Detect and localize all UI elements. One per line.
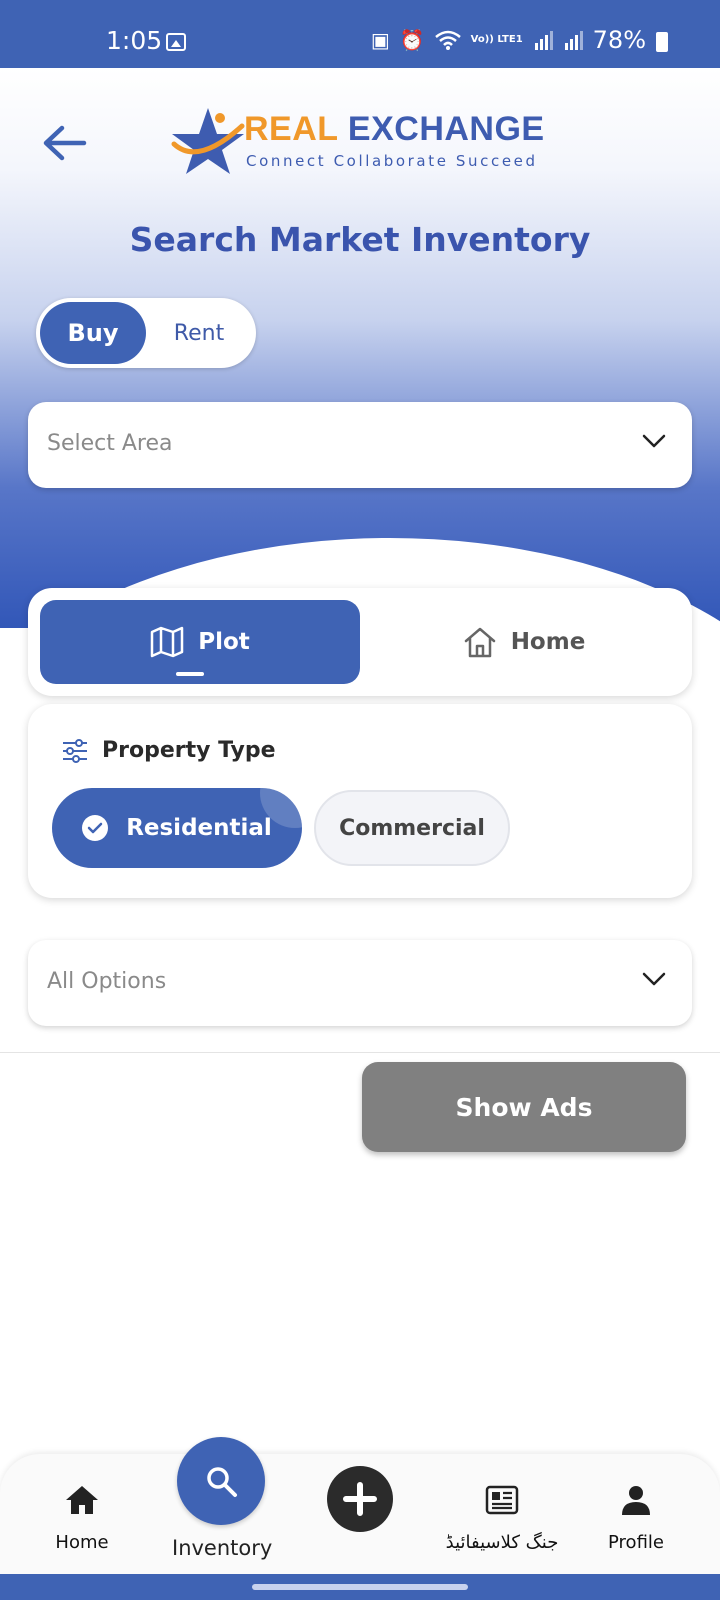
show-ads-button[interactable]: Show Ads [362,1062,686,1152]
back-arrow-icon[interactable] [40,122,88,164]
nav-profile-label: Profile [608,1532,664,1553]
nav-inventory[interactable] [177,1437,265,1525]
status-indicators: ▣ ⏰ Vo)) LTE1 78% [371,26,670,54]
chevron-down-icon [642,972,666,986]
alarm-icon: ⏰ [399,28,425,52]
newspaper-icon [485,1485,519,1515]
real-exchange-logo: REAL EXCHANGE Connect Collaborate Succee… [168,104,558,176]
chevron-down-icon [642,434,666,448]
tab-home[interactable]: Home [368,600,680,684]
signal-icon-2 [564,31,583,50]
star-logo-icon [171,108,245,174]
select-area-placeholder: Select Area [47,431,173,456]
all-options-placeholder: All Options [47,969,167,994]
page-title: Search Market Inventory [129,220,591,259]
buy-rent-toggle: Buy Rent [36,298,256,368]
data-saver-icon: ▣ [370,28,390,52]
wifi-icon [434,30,461,50]
status-bar: 1:05 ▣ ⏰ Vo)) LTE1 78% [0,0,720,68]
category-tabs-card: Plot Home [28,588,692,696]
divider [0,1052,720,1053]
tab-home-label: Home [510,629,586,655]
all-options-dropdown[interactable]: All Options [28,940,692,1026]
nav-profile[interactable]: Profile [586,1454,686,1574]
nav-inventory-label: Inventory [172,1536,273,1560]
add-post-button[interactable] [327,1466,393,1532]
status-time: 1:05 [106,26,163,55]
person-icon [622,1486,650,1515]
nav-home-label: Home [55,1532,109,1553]
nav-home[interactable]: Home [32,1454,132,1574]
property-type-header: Property Type [62,738,276,763]
search-icon [207,1467,237,1497]
commercial-chip[interactable]: Commercial [314,790,510,866]
signal-icon [534,31,553,50]
select-area-dropdown[interactable]: Select Area [28,402,692,488]
nav-jang-classified[interactable]: جنگ کلاسیفائیڈ [412,1454,592,1574]
home-icon [66,1486,98,1514]
sliders-icon [63,738,87,763]
property-type-card: Property Type Residential Commercial [28,704,692,898]
tab-plot[interactable]: Plot [40,600,360,684]
gallery-notification-icon [166,33,186,51]
buy-toggle-option[interactable]: Buy [40,302,146,364]
logo-tagline: Connect Collaborate Succeed [246,152,538,170]
rent-toggle-option[interactable]: Rent [146,302,252,364]
check-circle-icon [82,815,109,841]
residential-chip[interactable]: Residential [52,788,302,868]
gesture-home-pill[interactable] [252,1584,468,1590]
property-type-label: Property Type [102,738,276,763]
plus-icon [343,1482,377,1516]
battery-percent: 78% [592,26,646,54]
map-icon [150,626,184,658]
logo-wordmark: REAL EXCHANGE [244,110,545,148]
battery-icon [656,32,668,52]
residential-chip-label: Residential [126,815,272,841]
lte-indicator: Vo)) LTE1 [470,34,523,45]
tab-active-indicator [176,672,204,676]
tab-plot-label: Plot [198,629,250,655]
house-icon [464,627,495,658]
nav-jang-classified-label: جنگ کلاسیفائیڈ [445,1532,559,1553]
